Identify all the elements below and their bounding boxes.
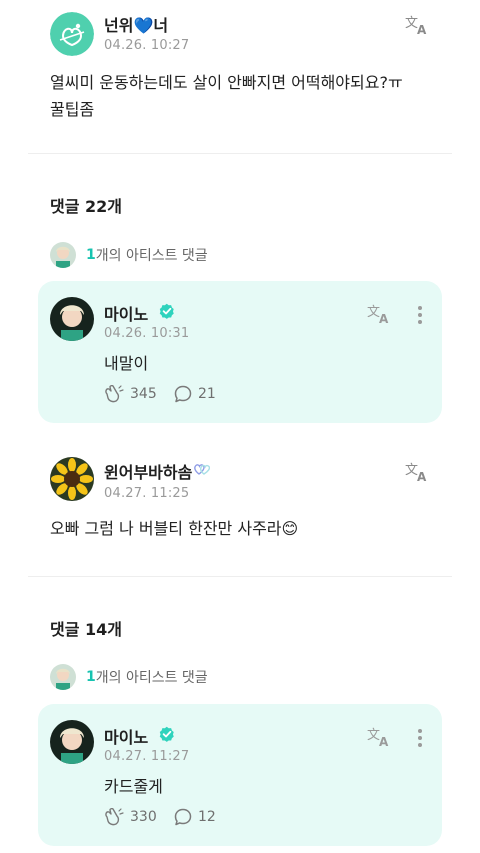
svg-text:A: A [417,470,427,483]
post-text-line-2: 꿀팁좀 [50,100,95,119]
fan-avatar[interactable] [50,457,94,501]
comment-count-2: 댓글 14개 [50,620,122,639]
artist-reply-text: 내말이 [104,354,149,373]
artist-reply-card-2: 마이노 04.27. 11:27 文 A 카드줄게 330 12 [38,704,442,846]
divider [28,576,452,577]
post-text-line-1: 열씨미 운동하는데도 살이 안빠지면 어떡해야되요?ㅠ [50,73,403,92]
like-icon [105,808,124,826]
artist-name[interactable]: 마이노 [104,724,148,748]
like-button[interactable]: 345 [104,385,157,403]
svg-text:A: A [379,312,389,325]
double-heart-icon [194,464,210,475]
artist-avatar[interactable] [50,720,94,764]
artist-avatar-mini [50,664,76,690]
translate-icon[interactable]: 文 A [366,303,392,325]
translate-icon[interactable]: 文 A [404,14,430,36]
post-author-avatar[interactable] [50,12,94,56]
fan-name[interactable]: 윈어부바하솜 [104,459,192,483]
artist-avatar[interactable] [50,297,94,341]
artist-comment-label: 개의 아티스트 댓글 [95,248,208,264]
more-options-icon[interactable] [417,728,423,748]
artist-comment-summary-2[interactable]: 1 개의 아티스트 댓글 [50,664,208,690]
comment-icon [174,385,192,403]
like-count: 345 [130,386,157,402]
artist-comment-summary-1[interactable]: 1 개의 아티스트 댓글 [50,242,208,268]
svg-text:A: A [417,23,427,36]
comment-button[interactable]: 21 [174,385,216,403]
like-button[interactable]: 330 [104,808,157,826]
artist-reply-time: 04.27. 11:27 [104,749,190,764]
comment-icon [174,808,192,826]
verified-icon [159,726,174,742]
translate-icon[interactable]: 文 A [366,726,392,748]
artist-comment-count: 1 [86,247,96,263]
comment-count: 12 [198,809,216,825]
artist-reply-time: 04.26. 10:31 [104,326,190,341]
post-author-name[interactable]: 넌위💙너 [104,12,168,36]
more-options-icon[interactable] [417,305,423,325]
like-icon [105,385,124,403]
artist-comment-label: 개의 아티스트 댓글 [95,670,208,686]
comment-count-1: 댓글 22개 [50,197,122,216]
verified-icon [159,303,174,319]
fan-reply-text: 오빠 그럼 나 버블티 한잔만 사주라😊 [50,519,299,538]
svg-text:A: A [379,735,389,748]
translate-icon[interactable]: 文 A [404,461,430,483]
artist-reply-text: 카드줄게 [104,777,163,796]
divider [28,153,452,154]
fan-reply-time: 04.27. 11:25 [104,486,190,501]
artist-avatar-mini [50,242,76,268]
artist-name[interactable]: 마이노 [104,301,148,325]
post-time: 04.26. 10:27 [104,38,190,53]
like-count: 330 [130,809,157,825]
comment-button[interactable]: 12 [174,808,216,826]
artist-comment-count: 1 [86,669,96,685]
artist-reply-card-1: 마이노 04.26. 10:31 文 A 내말이 345 21 [38,281,442,423]
comment-count: 21 [198,386,216,402]
